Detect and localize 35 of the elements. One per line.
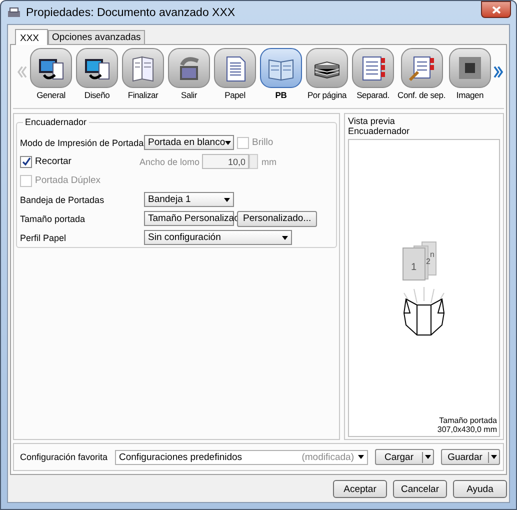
dropdown[interactable]: Sin configuración xyxy=(144,230,292,245)
field-label: Modo de Impresión de Portada xyxy=(20,138,144,148)
favorites-dropdown[interactable]: Configuraciones predefinidos (modificada) xyxy=(115,450,368,464)
checkbox[interactable]: Recortar xyxy=(20,156,72,168)
load-button[interactable]: Cargar xyxy=(375,449,434,465)
preview-caption: Encuadernador xyxy=(348,126,411,136)
caret-icon xyxy=(224,198,230,202)
tab[interactable]: Opciones avanzadas xyxy=(48,30,145,44)
field-label: Tamaño portada xyxy=(20,214,86,224)
field-label: Perfil Papel xyxy=(20,232,68,242)
dropdown[interactable]: Bandeja 1 xyxy=(144,192,234,207)
cover-size-text: Tamaño portada 307,0x430,0 mm xyxy=(437,416,497,434)
field-label: Bandeja de Portadas xyxy=(20,194,106,204)
pages-drawing: 1 2 n xyxy=(402,241,446,281)
group-title: Vista previa xyxy=(348,116,396,126)
tab[interactable]: XXX xyxy=(15,29,48,45)
cancel-button[interactable]: Cancelar xyxy=(393,480,447,498)
group-title: Encuadernador xyxy=(23,117,89,127)
close-button[interactable] xyxy=(481,1,511,18)
caret-icon xyxy=(358,455,364,459)
field-label: Configuración favorita xyxy=(20,452,109,462)
ok-button[interactable]: Aceptar xyxy=(333,480,387,498)
save-button[interactable]: Guardar xyxy=(441,449,500,465)
window-title: Propiedades: Documento avanzado XXX xyxy=(26,6,236,18)
caret-icon xyxy=(225,140,232,144)
caret-icon xyxy=(491,455,497,459)
field-label: Ancho de lomo xyxy=(139,156,200,166)
unit-label: mm xyxy=(261,156,276,166)
help-button[interactable]: Ayuda xyxy=(453,480,507,498)
checkmark-icon xyxy=(22,157,30,166)
dropdown[interactable]: Portada en blanco xyxy=(144,135,234,150)
caret-icon xyxy=(282,236,288,240)
caret-icon xyxy=(425,455,431,459)
custom-size-button[interactable]: Personalizado... xyxy=(237,210,318,226)
close-icon xyxy=(492,6,500,14)
